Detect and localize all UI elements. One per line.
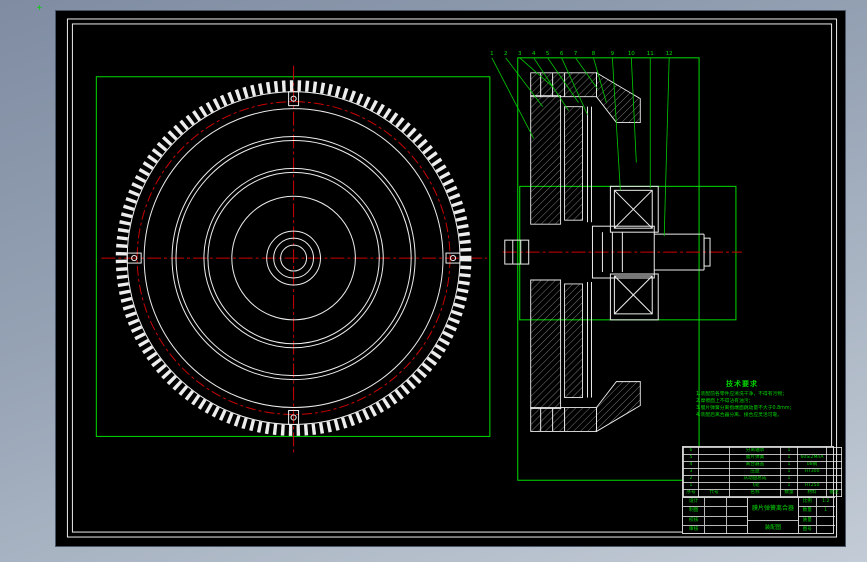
drawing-number-row: 图号 <box>799 525 835 534</box>
crosshair-icon: + <box>36 3 43 12</box>
front-view-boundary <box>95 76 491 437</box>
cad-viewport[interactable]: 1 2 3 4 5 6 7 8 9 10 11 12 技术要求 1.装配前各零件… <box>55 10 846 547</box>
front-view <box>95 65 491 455</box>
callout-number: 12 <box>666 51 673 57</box>
note-line: 1.装配前各零件应清洗干净，不得有污物； <box>696 392 787 397</box>
parts-row: 3 压盘 1 HT300 <box>683 468 842 476</box>
callout-number: 8 <box>592 51 596 57</box>
callout-number: 9 <box>611 51 615 57</box>
callout-number: 4 <box>532 51 536 57</box>
signature-row: 制图 <box>683 507 747 517</box>
notes-title: 技术要求 <box>726 380 758 388</box>
signature-row: 审核 <box>683 525 747 534</box>
title-block-main: 设计 制图 校核 审核 膜片弹簧离合器 装配图 比例 1:2 数量 1 质量 图… <box>683 497 835 534</box>
scale-row: 比例 1:2 <box>799 498 835 508</box>
desktop-background: + 1 2 3 4 5 6 7 8 9 10 11 12 技术要求 1.装配前各… <box>0 0 867 562</box>
release-bearing <box>609 185 659 321</box>
drawing-subtitle: 装配图 <box>764 525 782 532</box>
scale-grid: 比例 1:2 数量 1 质量 图号 <box>798 498 835 534</box>
parts-header-row: 序号 代号 名称 数量 材料 备注 <box>683 489 842 497</box>
callout-number: 11 <box>647 51 654 57</box>
title-block: 6 分离轴承 1 5 膜片弹簧 1 60Si2MnA 4 离合器盖 1 08钢 3 压盘 1 HT30… <box>682 446 842 534</box>
callout-number: 6 <box>560 51 564 57</box>
parts-row: 5 膜片弹簧 1 60Si2MnA <box>683 454 842 462</box>
callout-number: 1 <box>490 51 493 57</box>
flywheel-section <box>530 72 597 432</box>
signature-row: 设计 <box>683 498 747 508</box>
quantity-row: 数量 1 <box>799 507 835 517</box>
callout-number: 2 <box>504 51 507 57</box>
note-line: 2.摩擦面上不得沾有油污； <box>696 399 754 404</box>
signature-grid: 设计 制图 校核 审核 <box>683 498 747 534</box>
note-line: 4.装配后离合器分离、接合应灵活可靠。 <box>696 413 783 418</box>
callout-number: 10 <box>628 51 635 57</box>
parts-row: 6 分离轴承 1 <box>683 447 842 455</box>
parts-row: 4 离合器盖 1 08钢 <box>683 461 842 469</box>
drawing-name-cell: 膜片弹簧离合器 装配图 <box>747 498 798 534</box>
parts-table: 6 分离轴承 1 5 膜片弹簧 1 60Si2MnA 4 离合器盖 1 08钢 3 压盘 1 HT30… <box>683 447 842 497</box>
parts-row: 1 飞轮 1 HT250 <box>683 482 842 490</box>
callout-number: 5 <box>546 51 549 57</box>
mass-row: 质量 <box>799 516 835 526</box>
callout-number: 3 <box>518 51 522 57</box>
note-line: 3.膜片弹簧分离指端面跳动量不大于0.8mm； <box>696 406 795 411</box>
drawing-name: 膜片弹簧离合器 <box>748 498 798 521</box>
parts-row: 2 从动盘总成 1 <box>683 475 842 483</box>
technical-notes: 技术要求 1.装配前各零件应清洗干净，不得有污物； 2.摩擦面上不得沾有油污； … <box>696 379 826 419</box>
signature-row: 校核 <box>683 516 747 526</box>
callout-number: 7 <box>574 51 578 57</box>
front-centerlines <box>101 65 487 455</box>
